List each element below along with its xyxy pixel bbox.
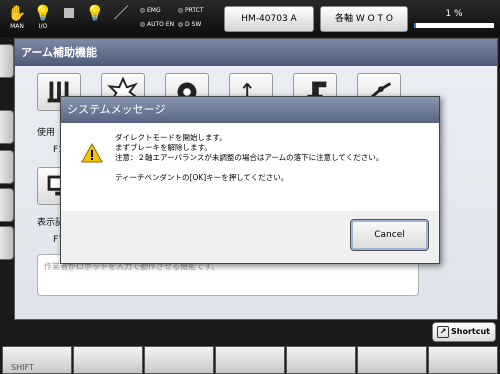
dialog-body: ダイレクトモードを開始します。 まずブレーキを解除します。 注意：２軸エアーバラ… [61, 123, 439, 211]
side-tab-2[interactable] [0, 110, 14, 144]
warning-icon [81, 143, 103, 163]
shortcut-button[interactable]: ↗ Shortcut [432, 322, 496, 342]
status-dsw: D SW [178, 21, 201, 29]
fkey-2[interactable] [73, 346, 143, 374]
function-label-1: 使用 [37, 128, 56, 138]
side-tab-1[interactable] [0, 44, 14, 78]
side-tab-3[interactable] [0, 150, 14, 184]
percent-bar [414, 23, 494, 28]
dialog-title: システムメッセージ [61, 97, 439, 123]
axis-button[interactable]: 各軸 W O T O [320, 6, 408, 32]
dialog-message: ダイレクトモードを開始します。 まずブレーキを解除します。 注意：２軸エアーバラ… [115, 133, 435, 183]
bulb-icon[interactable]: 💡 I/O [32, 3, 54, 33]
message-line-2: まずブレーキを解除します。 [115, 143, 212, 152]
bulb-icon[interactable]: 💡 [84, 3, 106, 33]
system-message-dialog: システムメッセージ ダイレクトモードを開始します。 まずブレーキを解除します。 … [60, 96, 440, 264]
fkey-3[interactable] [144, 346, 214, 374]
message-line-3: 注意：２軸エアーバランスが未調整の場合はアームの落下に注意してください。 [115, 153, 384, 162]
io-caption: I/O [38, 23, 48, 30]
side-tab-4[interactable] [0, 188, 14, 222]
cancel-button[interactable]: Cancel [350, 219, 429, 251]
top-status-bar: ✋ MAN 💡 I/O 💡 ／ EMG PRTCT AUTO EN D SW H… [0, 0, 500, 37]
percent-label: 1 % [445, 9, 463, 19]
percent-bar-fill [414, 23, 416, 28]
panel-title: アーム補助機能 [15, 39, 497, 66]
shortcut-arrow-icon: ↗ [437, 326, 449, 338]
message-line-4: ティーチペンダントの[OK]キーを押してください。 [115, 173, 289, 182]
function-key-bar: SHIFT [0, 346, 500, 374]
fkey-4[interactable] [215, 346, 285, 374]
message-line-1: ダイレクトモードを開始します。 [115, 133, 227, 142]
fkey-5[interactable] [286, 346, 356, 374]
program-button[interactable]: HM-40703 A [224, 6, 314, 32]
fkey-7[interactable] [428, 346, 498, 374]
speed-percent[interactable]: 1 % [412, 8, 496, 30]
side-tab-5[interactable] [0, 226, 14, 260]
status-prtct: PRTCT [178, 7, 204, 15]
stop-square-icon[interactable] [58, 3, 80, 33]
hand-icon[interactable]: ✋ MAN [6, 3, 28, 33]
status-emg: EMG [140, 7, 161, 15]
status-auto-en: AUTO EN [140, 21, 174, 29]
wrench-icon[interactable]: ／ [110, 3, 132, 33]
fkey-6[interactable] [357, 346, 427, 374]
fkey-shift[interactable]: SHIFT [2, 346, 72, 374]
shortcut-label: Shortcut [451, 327, 490, 336]
mode-caption: MAN [10, 23, 24, 30]
